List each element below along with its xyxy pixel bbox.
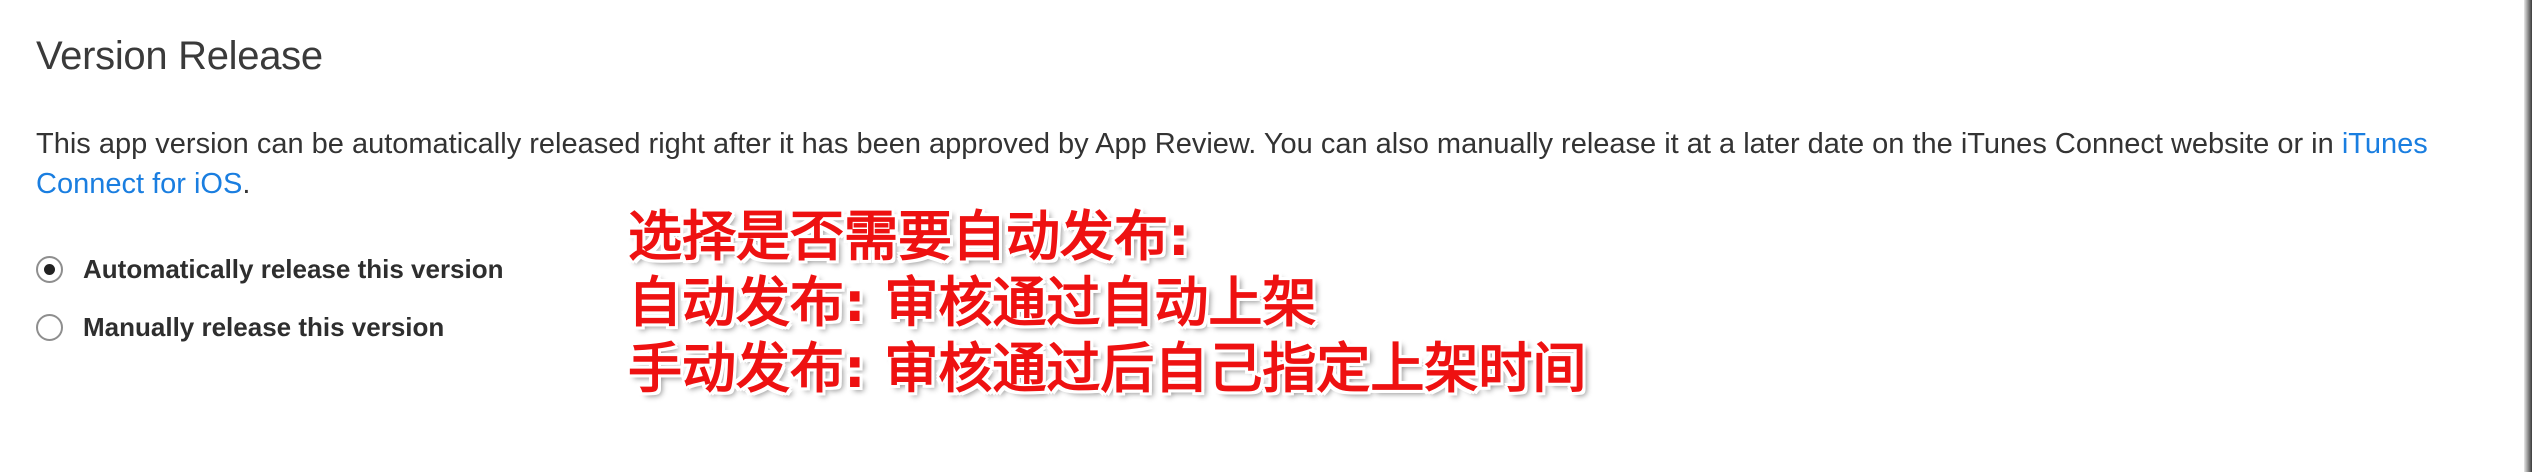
annotation-line-1: 选择是否需要自动发布: <box>628 205 1190 268</box>
annotation-line-2: 自动发布: 审核通过自动上架 <box>628 271 1317 334</box>
auto-release-label[interactable]: Automatically release this version <box>83 254 504 285</box>
manual-release-label[interactable]: Manually release this version <box>83 312 444 343</box>
manual-release-option[interactable]: Manually release this version <box>36 312 444 343</box>
window-edge <box>2524 0 2532 472</box>
annotation-line-3: 手动发布: 审核通过后自己指定上架时间 <box>628 337 1587 400</box>
radio-dot-icon <box>44 264 55 275</box>
annotation-overlay: 选择是否需要自动发布: 自动发布: 审核通过自动上架 手动发布: 审核通过后自己… <box>628 204 2028 402</box>
section-description: This app version can be automatically re… <box>36 124 2476 204</box>
radio-selected-icon[interactable] <box>36 256 63 283</box>
description-end: . <box>242 168 251 200</box>
auto-release-option[interactable]: Automatically release this version <box>36 254 504 285</box>
description-text: This app version can be automatically re… <box>36 128 2342 160</box>
radio-unselected-icon[interactable] <box>36 314 63 341</box>
section-title: Version Release <box>36 34 323 78</box>
